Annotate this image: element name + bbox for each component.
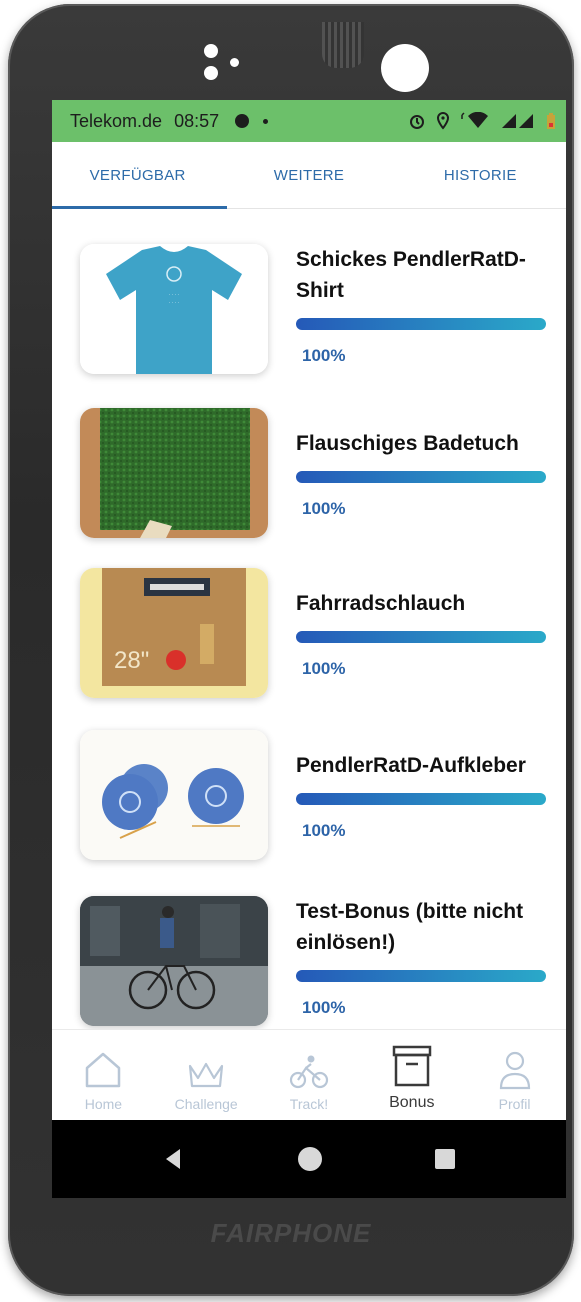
reward-title: PendlerRatD-Aufkleber bbox=[296, 754, 526, 777]
reward-title: Test-Bonus (bitte nicht einlösen!) bbox=[296, 900, 524, 954]
svg-text:· · · ·: · · · · bbox=[169, 292, 180, 298]
earpiece-speaker bbox=[322, 22, 364, 68]
nav-profil[interactable]: Profil bbox=[463, 1030, 566, 1120]
reward-image-cyclist-photo bbox=[80, 896, 268, 1026]
system-navigation-bar bbox=[52, 1120, 566, 1198]
nav-home[interactable]: Home bbox=[52, 1030, 155, 1120]
progress-label: 100% bbox=[302, 998, 346, 1017]
svg-text:· · · ·: · · · · bbox=[169, 300, 180, 306]
sensor-dots bbox=[204, 44, 254, 84]
reward-title: Fahrradschlauch bbox=[296, 592, 466, 615]
nav-bonus[interactable]: Bonus bbox=[360, 1030, 463, 1120]
signal-icon bbox=[502, 114, 533, 128]
nav-label: Profil bbox=[498, 1096, 531, 1112]
reward-item[interactable]: · · · · · · · · Schickes PendlerRatD-Shi… bbox=[52, 244, 566, 384]
svg-text:28": 28" bbox=[114, 647, 149, 674]
wifi-icon bbox=[461, 112, 488, 128]
reward-image-stickers bbox=[80, 730, 268, 860]
nav-label: Home bbox=[84, 1096, 123, 1112]
phone-top-bezel bbox=[44, 14, 554, 98]
person-icon bbox=[499, 1051, 530, 1090]
progress-label: 100% bbox=[302, 821, 346, 840]
tab-weitere[interactable]: WEITERE bbox=[223, 142, 394, 208]
nav-challenge[interactable]: Challenge bbox=[155, 1030, 258, 1120]
progress-bar bbox=[296, 970, 546, 982]
alarm-icon bbox=[410, 115, 424, 129]
clock: 08:57 bbox=[174, 110, 220, 131]
reward-image-towel bbox=[80, 408, 268, 538]
cyclist-icon bbox=[289, 1055, 329, 1089]
tab-verfuegbar[interactable]: VERFÜGBAR bbox=[52, 142, 223, 208]
bottom-navigation: Home Challenge Track! Bonus Profil bbox=[52, 1029, 566, 1120]
progress-bar bbox=[296, 471, 546, 483]
reward-image-inner-tube: 28" bbox=[80, 568, 268, 698]
nav-label: Track! bbox=[289, 1096, 329, 1112]
recents-icon[interactable] bbox=[434, 1148, 456, 1170]
progress-bar bbox=[296, 631, 546, 643]
front-camera bbox=[381, 44, 429, 92]
back-icon[interactable] bbox=[162, 1147, 186, 1171]
reward-item[interactable]: PendlerRatD-Aufkleber 100% bbox=[52, 730, 566, 870]
progress-label: 100% bbox=[302, 499, 346, 518]
reward-item[interactable]: 28" Fahrradschlauch 100% bbox=[52, 568, 566, 708]
progress-bar bbox=[296, 318, 546, 330]
battery-icon bbox=[547, 113, 555, 129]
carrier-label: Telekom.de bbox=[70, 110, 163, 131]
notification-icon bbox=[235, 114, 250, 128]
nav-label: Bonus bbox=[389, 1094, 435, 1111]
reward-item[interactable]: Flauschiges Badetuch 100% bbox=[52, 408, 566, 548]
reward-tabs: VERFÜGBAR WEITERE HISTORIE bbox=[52, 142, 566, 209]
reward-list: · · · · · · · · Schickes PendlerRatD-Shi… bbox=[52, 208, 566, 1072]
reward-title: Flauschiges Badetuch bbox=[296, 432, 519, 455]
more-notifications-icon bbox=[263, 118, 269, 124]
device-brand-logo: FAIRPHONE bbox=[210, 1218, 372, 1248]
progress-label: 100% bbox=[302, 346, 346, 365]
nav-track[interactable]: Track! bbox=[258, 1030, 361, 1120]
progress-bar bbox=[296, 793, 546, 805]
location-icon bbox=[436, 112, 450, 130]
tab-historie[interactable]: HISTORIE bbox=[395, 142, 566, 208]
reward-title: Schickes PendlerRatD-Shirt bbox=[296, 248, 526, 302]
home-button-icon[interactable] bbox=[296, 1145, 324, 1173]
crown-icon bbox=[189, 1062, 224, 1088]
phone-screen: Telekom.de 08:57 VERFÜGBAR WEITERE HISTO… bbox=[52, 100, 566, 1198]
phone-body: Telekom.de 08:57 VERFÜGBAR WEITERE HISTO… bbox=[8, 4, 574, 1296]
reward-image-tshirt: · · · · · · · · bbox=[80, 244, 268, 374]
status-bar: Telekom.de 08:57 bbox=[52, 100, 566, 142]
progress-label: 100% bbox=[302, 659, 346, 678]
nav-label: Challenge bbox=[174, 1096, 238, 1112]
home-icon bbox=[86, 1052, 121, 1088]
box-icon bbox=[392, 1045, 432, 1087]
